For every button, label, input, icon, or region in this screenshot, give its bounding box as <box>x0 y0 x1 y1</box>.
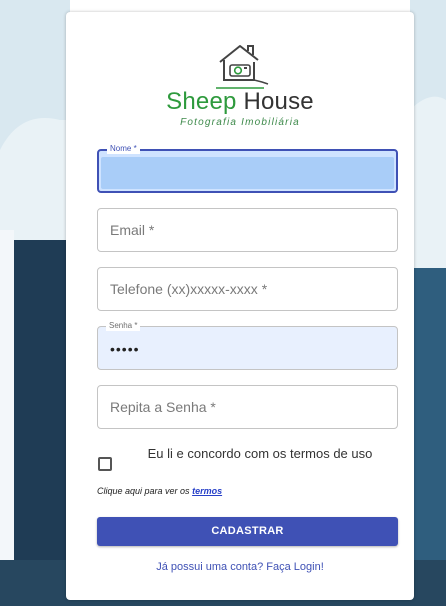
logo: Sheep House Fotografia Imobiliária <box>66 38 414 138</box>
brand-name-part1: Sheep <box>166 88 237 115</box>
terms-hint: Clique aqui para ver os termos <box>97 486 222 496</box>
signup-card: Sheep House Fotografia Imobiliária Nome … <box>66 12 414 600</box>
senha-value: ••••• <box>110 341 140 357</box>
nome-field-autofill <box>101 157 394 189</box>
senha-label: Senha * <box>106 321 141 331</box>
telefone-field[interactable]: Telefone (xx)xxxxx-xxxx * <box>97 267 398 311</box>
email-field[interactable]: Email * <box>97 208 398 252</box>
terms-hint-text: Clique aqui para ver os <box>97 486 190 496</box>
repita-senha-field[interactable]: Repita a Senha * <box>97 385 398 429</box>
telefone-placeholder: Telefone (xx)xxxxx-xxxx * <box>110 281 268 297</box>
terms-link[interactable]: termos <box>192 486 222 496</box>
email-placeholder: Email * <box>110 222 155 238</box>
brand-tagline: Fotografia Imobiliária <box>180 117 300 128</box>
nome-label: Nome * <box>107 144 140 154</box>
nome-field[interactable]: Nome * <box>97 144 398 193</box>
login-link[interactable]: Já possui uma conta? Faça Login! <box>66 561 414 573</box>
senha-field[interactable]: Senha * ••••• <box>97 321 398 370</box>
terms-label: Eu li e concordo com os termos de uso <box>147 446 373 461</box>
terms-checkbox[interactable] <box>98 457 112 471</box>
brand-name: Sheep House <box>66 88 414 116</box>
repita-senha-placeholder: Repita a Senha * <box>110 399 216 415</box>
house-camera-icon <box>216 45 269 89</box>
cadastrar-button[interactable]: CADASTRAR <box>97 517 398 546</box>
brand-name-part2: House <box>243 88 314 115</box>
